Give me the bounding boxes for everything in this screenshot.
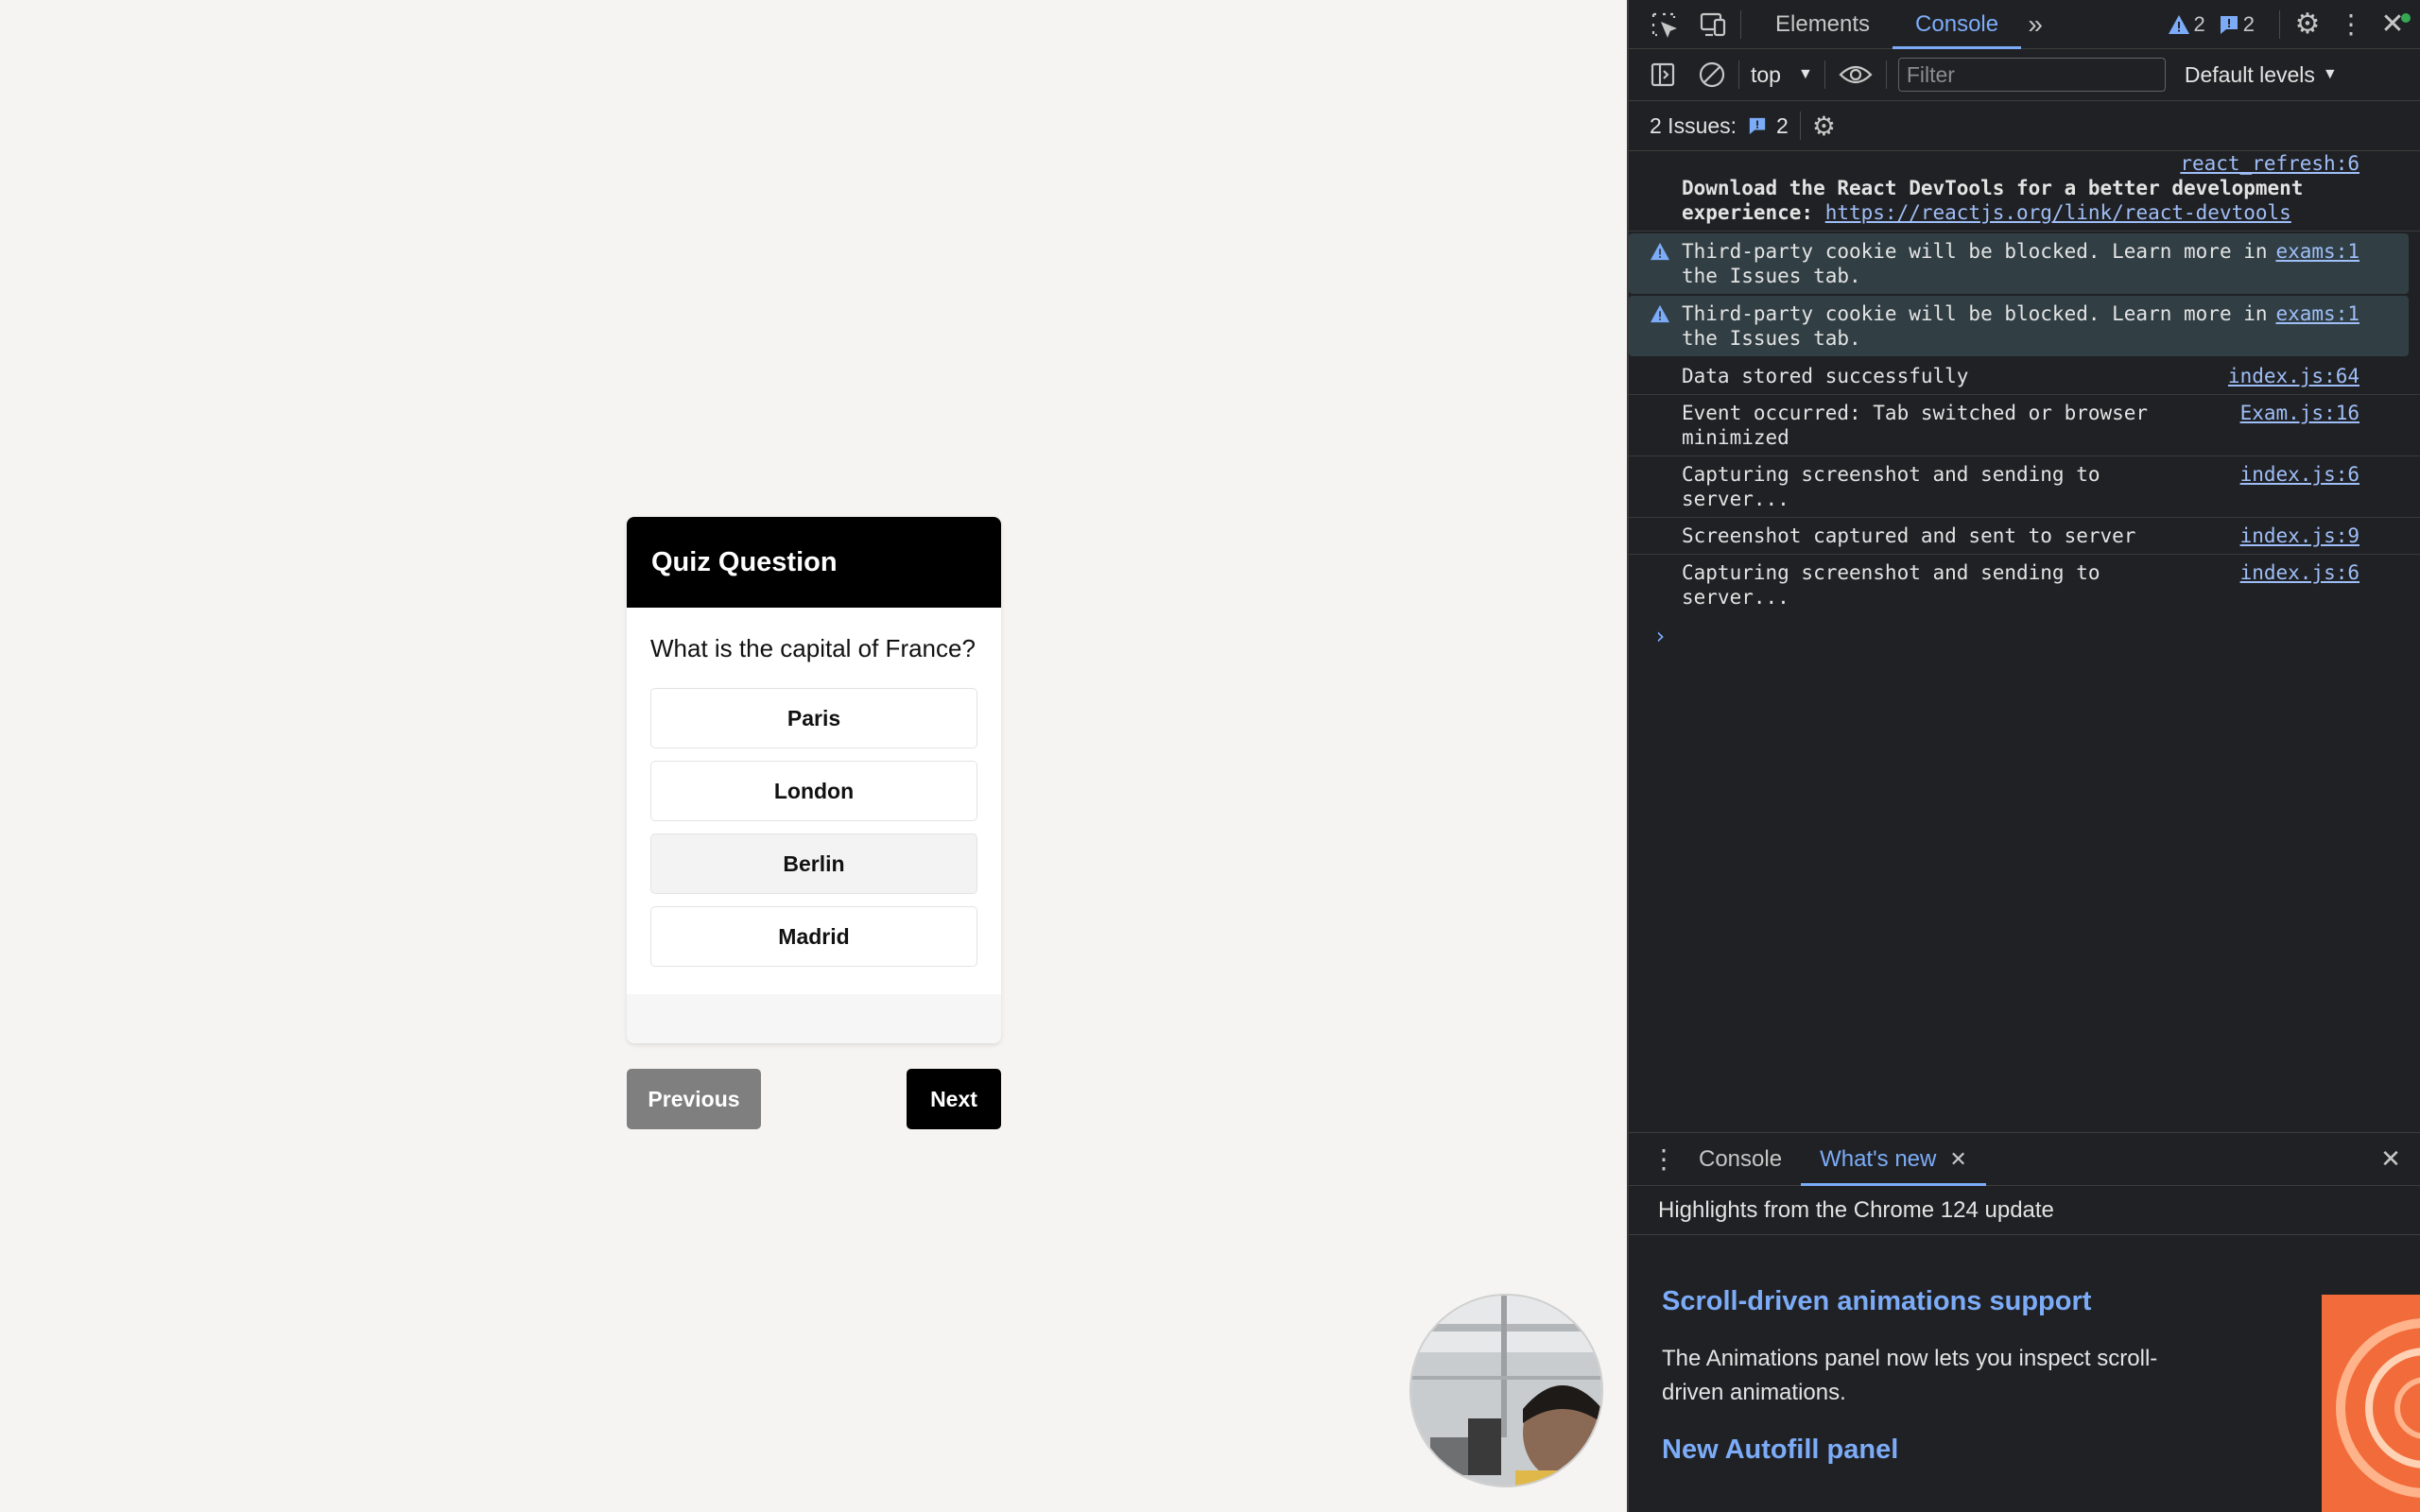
source-link[interactable]: Exam.js:16 [2240, 401, 2360, 425]
quiz-question: What is the capital of France? [650, 634, 976, 662]
whats-new-content: Scroll-driven animations support The Ani… [1629, 1235, 2215, 1466]
filter-input[interactable]: Filter [1897, 58, 2166, 92]
message-icon [2220, 15, 2238, 34]
warning-count-badge[interactable]: 2 [2168, 12, 2205, 37]
more-tabs-icon[interactable]: » [2021, 9, 2049, 40]
devtools-panel: Elements Console » 2 2 ⚙ ⋮ ✕ top ▼ Filte… [1627, 0, 2420, 1512]
close-tab-icon[interactable]: ✕ [1949, 1147, 1966, 1172]
message-icon [1749, 117, 1766, 135]
status-dot [2401, 13, 2411, 23]
tab-elements[interactable]: Elements [1753, 0, 1893, 49]
separator [1738, 60, 1739, 89]
whats-new-highlights: Highlights from the Chrome 124 update [1629, 1186, 2420, 1235]
separator [2279, 9, 2280, 39]
source-link[interactable]: exams:1 [2275, 301, 2360, 326]
option-berlin[interactable]: Berlin [650, 833, 977, 894]
issues-count: 2 [1776, 112, 1789, 138]
console-message: index.js:6 Capturing screenshot and send… [1682, 560, 2360, 609]
console-toolbar: top ▼ Filter Default levels ▼ [1629, 49, 2420, 101]
drawer-tab-label: What's new [1820, 1145, 1937, 1172]
devtools-tabbar: Elements Console » 2 2 ⚙ ⋮ ✕ [1629, 0, 2420, 49]
separator [1824, 60, 1825, 89]
context-label: top [1751, 61, 1781, 87]
clear-console-icon[interactable] [1697, 60, 1727, 89]
source-link[interactable]: index.js:6 [2240, 462, 2360, 487]
page-viewport: Quiz Question What is the capital of Fra… [0, 0, 1627, 1512]
separator [1885, 60, 1887, 89]
drawer-tab-console[interactable]: Console [1680, 1133, 1801, 1186]
option-paris[interactable]: Paris [650, 688, 977, 748]
warning-icon [1650, 304, 1670, 329]
quiz-header: Quiz Question [627, 517, 1001, 608]
warning-count: 2 [2193, 11, 2205, 36]
separator [1740, 9, 1741, 39]
console-message: react_refresh:6 Download the React DevTo… [1629, 151, 2420, 232]
source-link[interactable]: index.js:64 [2228, 364, 2360, 388]
source-link[interactable]: index.js:9 [2240, 524, 2360, 548]
drawer-menu-icon[interactable]: ⋮ [1648, 1143, 1680, 1175]
tab-console[interactable]: Console [1893, 0, 2022, 49]
quiz-footer [627, 994, 1001, 1043]
console-warning: exams:1 Third-party cookie will be block… [1629, 233, 2409, 294]
whats-new-title[interactable]: Scroll-driven animations support [1662, 1286, 2215, 1317]
source-link[interactable]: react_refresh:6 [2180, 151, 2360, 176]
close-devtools-icon[interactable]: ✕ [2377, 8, 2411, 41]
dropdown-arrow-icon: ▼ [1797, 66, 1813, 82]
dropdown-arrow-icon: ▼ [2322, 66, 2338, 82]
settings-gear-icon[interactable]: ⚙ [2291, 8, 2324, 41]
devtools-drawer: ⋮ Console What's new ✕ ✕ Highlights from… [1629, 1132, 2420, 1512]
issues-settings-gear-icon[interactable]: ⚙ [1812, 111, 1836, 142]
log-levels-dropdown[interactable]: Default levels ▼ [2185, 62, 2338, 88]
console-message: index.js:64 Data stored successfully [1629, 358, 2420, 395]
whats-new-title[interactable]: New Autofill panel [1662, 1435, 2215, 1466]
source-link[interactable]: index.js:6 [2240, 560, 2360, 585]
context-selector[interactable]: top ▼ [1751, 62, 1813, 88]
whats-new-thumbnail [2322, 1295, 2420, 1512]
console-warning: exams:1 Third-party cookie will be block… [1629, 296, 2409, 356]
previous-button[interactable]: Previous [627, 1069, 761, 1129]
prompt-chevron-icon: › [1653, 623, 1668, 649]
drawer-tabbar: ⋮ Console What's new ✕ ✕ [1629, 1133, 2420, 1186]
warning-icon [2168, 14, 2189, 34]
webcam-preview [1409, 1294, 1603, 1487]
quiz-body: What is the capital of France? Paris Lon… [627, 608, 1001, 967]
log-levels-label: Default levels [2184, 61, 2315, 87]
issues-bar: 2 Issues: 2 ⚙ [1629, 101, 2420, 151]
filter-placeholder: Filter [1906, 61, 1955, 87]
console-message: index.js:9 Screenshot captured and sent … [1629, 518, 2420, 555]
warning-icon [1650, 242, 1670, 266]
console-message: index.js:6 Capturing screenshot and send… [1629, 456, 2420, 518]
quiz-card: Quiz Question What is the capital of Fra… [627, 517, 1001, 1043]
device-toolbar-icon[interactable] [1697, 10, 1729, 39]
next-button[interactable]: Next [907, 1069, 1001, 1129]
console-message: Exam.js:16 Event occurred: Tab switched … [1629, 395, 2420, 456]
issues-link[interactable]: 2 [1748, 113, 1789, 139]
separator [1799, 112, 1801, 140]
react-devtools-link[interactable]: https://reactjs.org/link/react-devtools [1825, 201, 2291, 224]
more-options-icon[interactable]: ⋮ [2335, 9, 2367, 40]
live-expression-eye-icon[interactable] [1837, 63, 1875, 86]
console-output: react_refresh:6 Download the React DevTo… [1629, 151, 2420, 1132]
close-drawer-icon[interactable]: ✕ [2375, 1144, 2407, 1174]
option-madrid[interactable]: Madrid [650, 906, 977, 967]
whats-new-body: The Animations panel now lets you inspec… [1662, 1346, 2158, 1405]
inspect-element-icon[interactable] [1648, 10, 1680, 39]
drawer-tab-whats-new[interactable]: What's new ✕ [1801, 1133, 1986, 1186]
info-count: 2 [2242, 11, 2255, 36]
issues-label: 2 Issues: [1650, 112, 1737, 138]
console-prompt[interactable]: › [1629, 615, 2420, 657]
source-link[interactable]: exams:1 [2275, 239, 2360, 264]
option-london[interactable]: London [650, 761, 977, 821]
info-count-badge[interactable]: 2 [2219, 12, 2255, 37]
sidebar-toggle-icon[interactable] [1648, 61, 1678, 88]
